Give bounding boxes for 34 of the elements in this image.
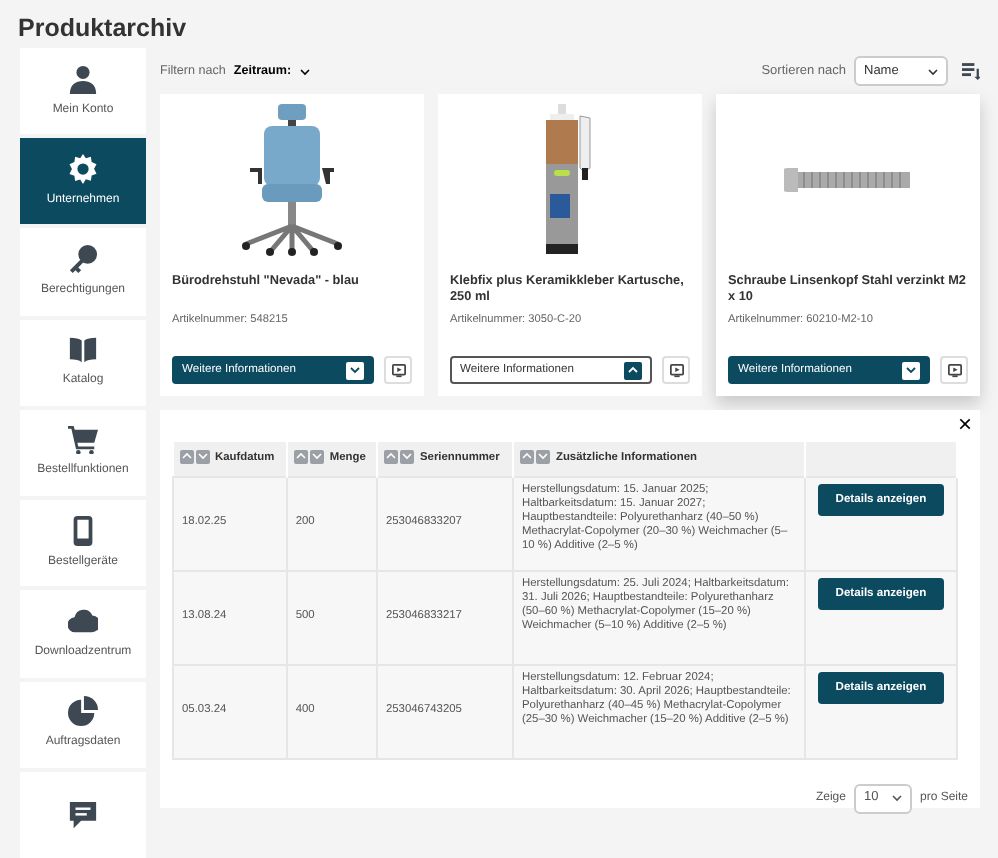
chevron-up-icon [628,366,638,374]
sort-up-icon[interactable] [519,449,534,464]
cloud-icon [68,605,98,636]
sort-order-icon[interactable] [962,62,980,80]
screw-drawing [784,166,912,194]
screen-icon [669,363,683,377]
phone-icon [68,515,98,546]
sort-up-icon[interactable] [293,449,308,464]
close-button[interactable]: × [957,412,972,436]
sort-down-icon[interactable] [195,449,209,464]
chat-icon [68,799,98,830]
compare-button[interactable] [384,356,412,384]
chevron-down-icon [350,366,360,374]
user-icon [68,63,98,94]
chevron-down-icon [891,794,902,802]
book-icon [68,334,98,365]
settings-icon [68,153,98,184]
chevron-down-icon [299,67,310,75]
pie-chart-icon [68,696,98,727]
screen-icon [391,363,405,377]
chevron-down-icon [906,366,916,374]
cart-icon [68,424,98,455]
compare-button[interactable] [940,356,968,384]
chevron-down-icon [928,67,938,75]
sidebar-item[interactable] [20,771,146,858]
sort-up-icon[interactable] [383,449,398,464]
sort-down-icon[interactable] [399,449,414,464]
sort-down-icon[interactable] [535,449,550,464]
compare-button[interactable] [662,356,690,384]
sort-down-icon[interactable] [309,449,324,464]
sort-up-icon[interactable] [179,449,193,464]
page-title: Produktarchiv [16,12,189,46]
key-icon [68,244,98,275]
screen-icon [947,363,961,377]
